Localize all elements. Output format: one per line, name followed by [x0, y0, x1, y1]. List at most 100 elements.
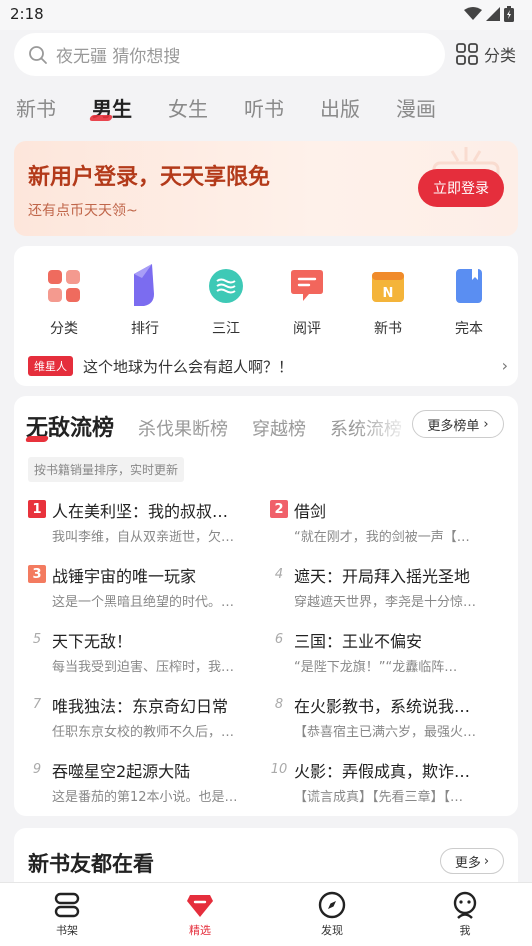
more-button[interactable]: 更多 › [440, 848, 504, 874]
login-button[interactable]: 立即登录 [418, 169, 504, 207]
wifi-icon [464, 7, 482, 20]
bookshelf-icon [54, 892, 80, 918]
notice-text: 这个地球为什么会有超人啊？！ [83, 357, 294, 376]
ranking-item[interactable]: 10 火影：弄假成真，欺诈… 【谎言成真】【先看三章】【… [270, 758, 500, 806]
book-title: 吞噬星空2起源大陆 [52, 762, 191, 781]
book-description: 这是番茄的第12本小说。也是… [52, 790, 238, 805]
nav-bookshelf[interactable]: 书架 [32, 891, 102, 938]
rank-number: 2 [270, 500, 288, 518]
leaderboard-icon [125, 264, 165, 306]
rank-number: 6 [274, 631, 284, 647]
ranking-item[interactable]: 5 天下无敌！ 每当我受到迫害、压榨时，我… [28, 628, 258, 676]
search-input[interactable]: 夜无疆 猜你想搜 [14, 33, 445, 76]
book-title: 战锤宇宙的唯一玩家 [52, 567, 197, 586]
ranking-card: 无敌流榜 杀伐果断榜 穿越榜 系统流榜 更多榜单 › 按书籍销量排序，实时更新 … [14, 396, 518, 816]
shortcut-newbook[interactable]: N 新书 [356, 266, 420, 338]
more-rankings-button[interactable]: 更多榜单 › [412, 410, 504, 438]
tab-fade [354, 406, 414, 440]
category-label: 分类 [484, 46, 517, 65]
shortcut-label: 新书 [374, 321, 402, 337]
ranking-tab-invincible[interactable]: 无敌流榜 [26, 410, 114, 442]
tab-new[interactable]: 新书 [16, 93, 92, 122]
rank-number: 3 [28, 565, 46, 583]
featured-icon [187, 895, 213, 917]
book-description: 这是一个黑暗且绝望的时代。… [52, 595, 235, 610]
rank-number: 8 [274, 696, 284, 712]
section-title: 新书友都在看 [28, 852, 154, 876]
status-bar: 2:18 [0, 0, 532, 30]
shortcut-panel: 分类 排行 三江 阅评 N 新书 完本 维星人 这个地球为什么会有超人啊？！ › [14, 246, 518, 386]
nav-label: 我 [459, 924, 471, 937]
search-row: 夜无疆 猜你想搜 分类 [0, 33, 532, 77]
book-title: 遮天：开局拜入摇光圣地 [294, 567, 471, 586]
shortcut-label: 完本 [455, 321, 483, 337]
tab-female[interactable]: 女生 [168, 93, 244, 122]
ranking-tab-timetravel[interactable]: 穿越榜 [252, 415, 306, 441]
chevron-right-icon: › [483, 416, 489, 432]
book-description: 【恭喜宿主已满六岁，最强火… [294, 725, 477, 740]
chevron-right-icon: › [501, 356, 508, 375]
new-readers-section: 新书友都在看 更多 › [14, 828, 518, 888]
ranking-item[interactable]: 3 战锤宇宙的唯一玩家 这是一个黑暗且绝望的时代。… [28, 563, 258, 611]
promo-banner[interactable]: 新用户登录，天天享限免 还有点币天天领~ 立即登录 [14, 141, 518, 236]
signal-icon [486, 7, 500, 21]
book-title: 在火影教书，系统说我… [294, 697, 471, 716]
more-rankings-label: 更多榜单 [427, 418, 480, 434]
battery-icon [504, 6, 514, 22]
book-title: 火影：弄假成真，欺诈… [294, 762, 471, 781]
channel-tabs: 新书 男生 女生 听书 出版 漫画 [16, 93, 472, 122]
tab-male[interactable]: 男生 [92, 93, 168, 122]
book-description: 穿越遮天世界，李尧是十分惊… [294, 595, 477, 610]
ranking-item[interactable]: 1 人在美利坚：我的叔叔… 我叫李维，自从双亲逝世，欠… [28, 498, 258, 546]
nav-profile[interactable]: 我 [430, 891, 500, 938]
tab-publish[interactable]: 出版 [320, 93, 396, 122]
promo-subtitle: 还有点币天天领~ [28, 203, 138, 219]
rank-number: 4 [274, 566, 284, 582]
grid-icon [456, 43, 478, 65]
ranking-item[interactable]: 9 吞噬星空2起源大陆 这是番茄的第12本小说。也是… [28, 758, 258, 806]
book-title: 天下无敌！ [52, 632, 133, 651]
book-description: “就在刚才，我的剑被一声【… [294, 530, 470, 545]
notice-bar[interactable]: 维星人 这个地球为什么会有超人啊？！ › [28, 354, 508, 378]
rank-number: 1 [28, 500, 46, 518]
book-description: 任职东京女校的教师不久后，… [52, 725, 235, 740]
rank-number: 7 [32, 696, 42, 712]
book-description: 我叫李维，自从双亲逝世，欠… [52, 530, 235, 545]
nav-label: 精选 [189, 924, 211, 937]
shortcut-sanjiang[interactable]: 三江 [194, 266, 258, 338]
tab-audio[interactable]: 听书 [244, 93, 320, 122]
ranking-item[interactable]: 6 三国：王业不偏安 “是陛下龙旗！”“龙纛临阵… [270, 628, 500, 676]
shortcut-label: 分类 [50, 321, 78, 337]
nav-label: 发现 [321, 924, 343, 937]
ranking-tab-decisive[interactable]: 杀伐果断榜 [138, 415, 228, 441]
book-title: 借剑 [294, 502, 327, 521]
category-button[interactable]: 分类 [456, 42, 516, 66]
bottom-nav: 书架 精选 发现 我 [0, 882, 532, 946]
book-title: 人在美利坚：我的叔叔… [52, 502, 229, 521]
ranking-hint: 按书籍销量排序，实时更新 [28, 457, 185, 482]
ranking-item[interactable]: 2 借剑 “就在刚才，我的剑被一声【… [270, 498, 500, 546]
shortcut-label: 阅评 [293, 321, 321, 337]
finished-book-icon [449, 266, 489, 306]
shortcut-review[interactable]: 阅评 [275, 266, 339, 338]
more-label: 更多 [454, 855, 481, 871]
shortcut-leaderboard[interactable]: 排行 [113, 264, 177, 338]
status-icons [464, 6, 514, 22]
book-description: “是陛下龙旗！”“龙纛临阵… [294, 660, 458, 675]
nav-discover[interactable]: 发现 [297, 891, 367, 938]
ranking-item[interactable]: 8 在火影教书，系统说我… 【恭喜宿主已满六岁，最强火… [270, 693, 500, 741]
comment-icon [287, 266, 327, 306]
ranking-item[interactable]: 4 遮天：开局拜入摇光圣地 穿越遮天世界，李尧是十分惊… [270, 563, 500, 611]
search-placeholder: 夜无疆 猜你想搜 [56, 47, 181, 67]
ranking-item[interactable]: 7 唯我独法：东京奇幻日常 任职东京女校的教师不久后，… [28, 693, 258, 741]
nav-featured[interactable]: 精选 [165, 891, 235, 938]
notice-badge: 维星人 [28, 356, 73, 376]
grid-icon [44, 266, 84, 306]
rank-number: 9 [32, 761, 42, 777]
profile-icon [453, 891, 477, 919]
shortcut-category[interactable]: 分类 [32, 266, 96, 338]
tab-comics[interactable]: 漫画 [396, 93, 472, 122]
chevron-right-icon: › [483, 853, 490, 869]
shortcut-finished[interactable]: 完本 [437, 266, 501, 338]
status-time: 2:18 [10, 5, 44, 23]
